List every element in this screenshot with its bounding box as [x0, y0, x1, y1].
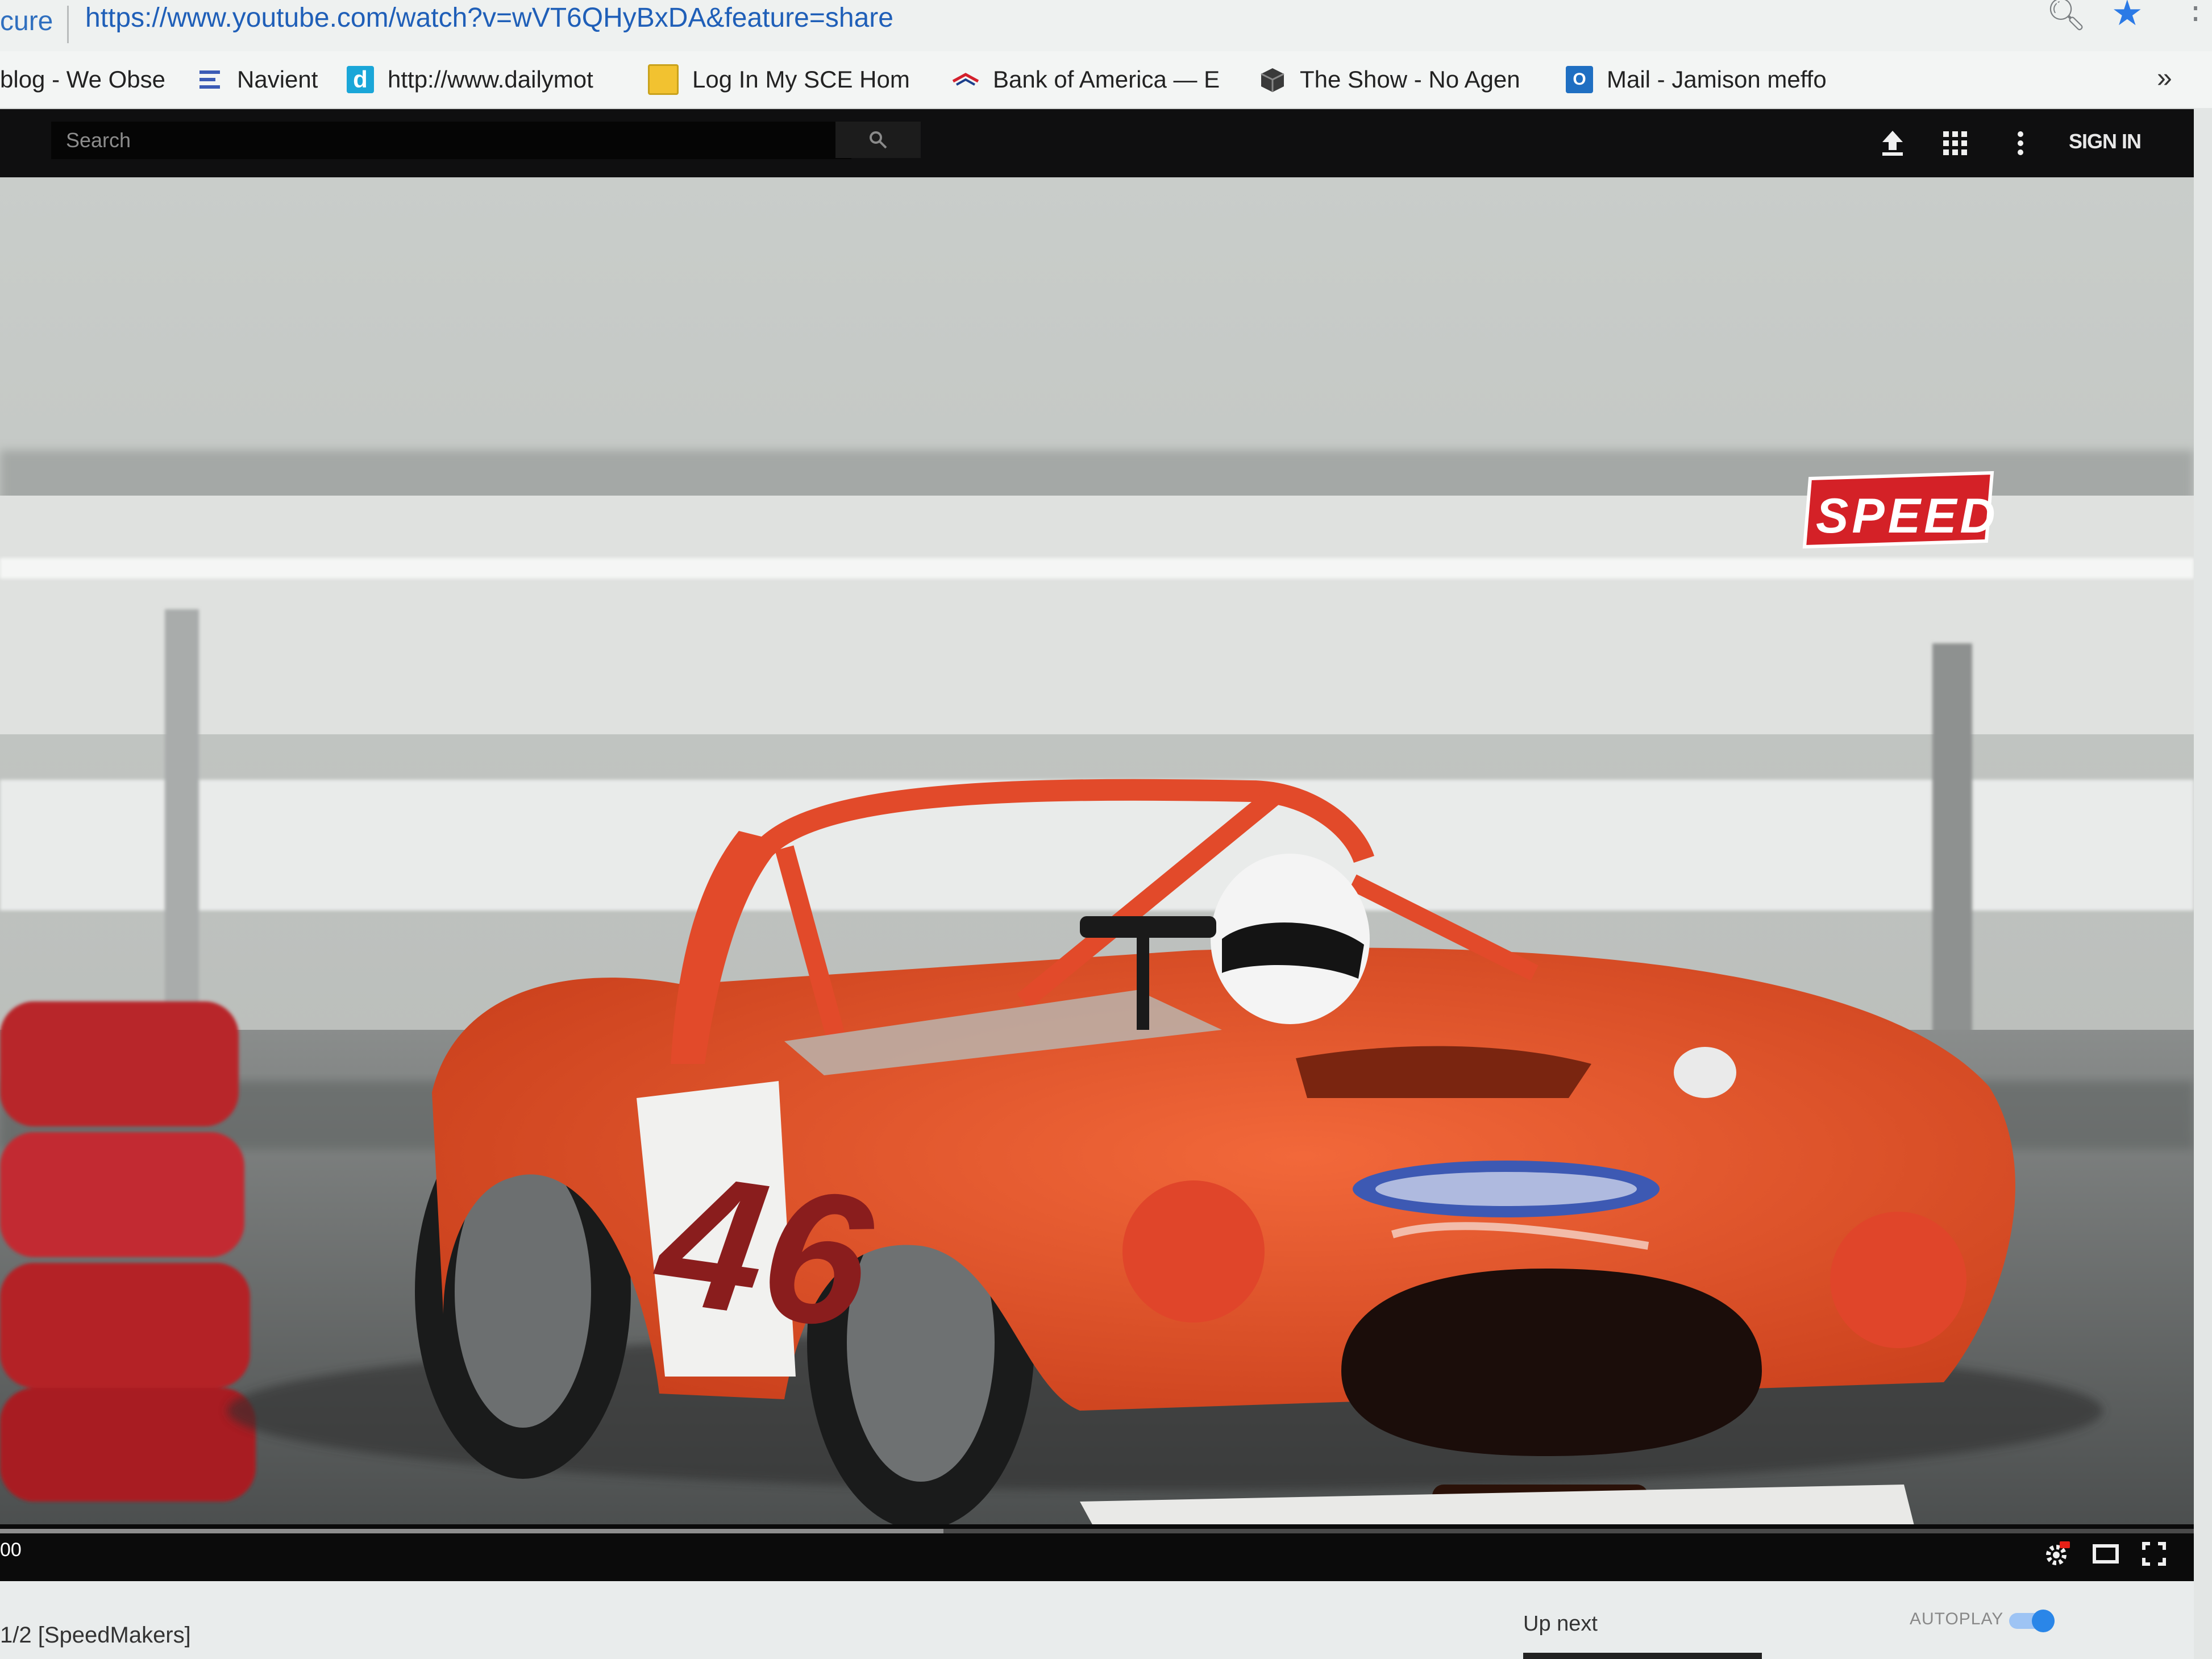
bookmark-item[interactable]: Bank of America — E: [952, 51, 1220, 108]
video-player[interactable]: 46 SPEED 00: [0, 177, 2194, 1581]
progress-bar[interactable]: [0, 1529, 2194, 1533]
video-title[interactable]: 1/2 [SpeedMakers]: [0, 1623, 191, 1648]
search-icon[interactable]: 🔍︎: [2046, 0, 2086, 33]
bookmark-item[interactable]: blog - We Obse: [0, 51, 165, 108]
upload-icon[interactable]: [1876, 126, 1910, 160]
dailymotion-icon: d: [347, 66, 374, 93]
url-divider: [67, 6, 69, 43]
bookmark-label: http://www.dailymot: [388, 66, 593, 93]
search-input[interactable]: [51, 122, 851, 159]
navient-icon: [196, 66, 223, 93]
bookmarks-bar: blog - We Obse Navient d http://www.dail…: [0, 51, 2212, 109]
bookmark-item[interactable]: Navient: [196, 51, 318, 108]
more-vert-icon[interactable]: [2003, 126, 2038, 160]
progress-loaded: [0, 1529, 943, 1533]
sce-icon: [648, 64, 679, 95]
up-next-thumbnail[interactable]: [1523, 1653, 1762, 1659]
search-icon: [870, 131, 887, 149]
speed-logo: SPEED: [1802, 471, 1999, 549]
bookmark-label: blog - We Obse: [0, 66, 166, 93]
bookmark-label: Navient: [237, 66, 318, 93]
url-security-label: cure: [0, 6, 53, 36]
up-next-heading: Up next: [1523, 1612, 1598, 1636]
player-controls: 00: [0, 1524, 2194, 1581]
youtube-masthead: SIGN IN: [0, 109, 2194, 177]
bookmark-item[interactable]: The Show - No Agen: [1259, 51, 1520, 108]
settings-hd-icon[interactable]: [2040, 1538, 2074, 1570]
bookmark-item[interactable]: Log In My SCE Hom: [648, 51, 910, 108]
sign-in-button[interactable]: SIGN IN: [2069, 130, 2142, 153]
bookmarks-overflow-button[interactable]: »: [2157, 63, 2172, 94]
browser-address-bar: cure https://www.youtube.com/watch?v=wVT…: [0, 0, 2212, 52]
more-vert-icon[interactable]: ⋮: [2180, 0, 2211, 26]
search-button[interactable]: [835, 122, 921, 158]
bookmark-label: Mail - Jamison meffo: [1607, 66, 1827, 93]
bookmark-star-icon[interactable]: ★: [2111, 0, 2143, 34]
bofa-icon: [952, 66, 979, 93]
bookmark-label: Bank of America — E: [993, 66, 1220, 93]
bookmark-item[interactable]: d http://www.dailymot: [347, 51, 593, 108]
outlook-icon: O: [1566, 66, 1593, 93]
apps-grid-icon[interactable]: [1938, 126, 1972, 160]
tire-barrier: [0, 1001, 256, 1502]
cube-icon: [1259, 66, 1286, 93]
fullscreen-icon[interactable]: [2137, 1538, 2171, 1570]
bookmark-label: Log In My SCE Hom: [692, 66, 910, 93]
time-display: 00: [0, 1539, 22, 1561]
autoplay-label: AUTOPLAY: [1910, 1610, 2004, 1628]
bookmark-item[interactable]: O Mail - Jamison meffo: [1566, 51, 1827, 108]
car-number: 46: [641, 1131, 884, 1369]
page-scrollbar[interactable]: [2194, 108, 2212, 1659]
autoplay-toggle[interactable]: [2009, 1610, 2055, 1632]
theater-mode-icon[interactable]: [2089, 1538, 2123, 1570]
autoplay-knob: [2032, 1610, 2055, 1632]
url-input[interactable]: https://www.youtube.com/watch?v=wVT6QHyB…: [85, 2, 893, 34]
speed-logo-text: SPEED: [1816, 489, 1999, 543]
video-frame[interactable]: 46 SPEED: [0, 177, 2194, 1524]
bookmark-label: The Show - No Agen: [1300, 66, 1520, 93]
